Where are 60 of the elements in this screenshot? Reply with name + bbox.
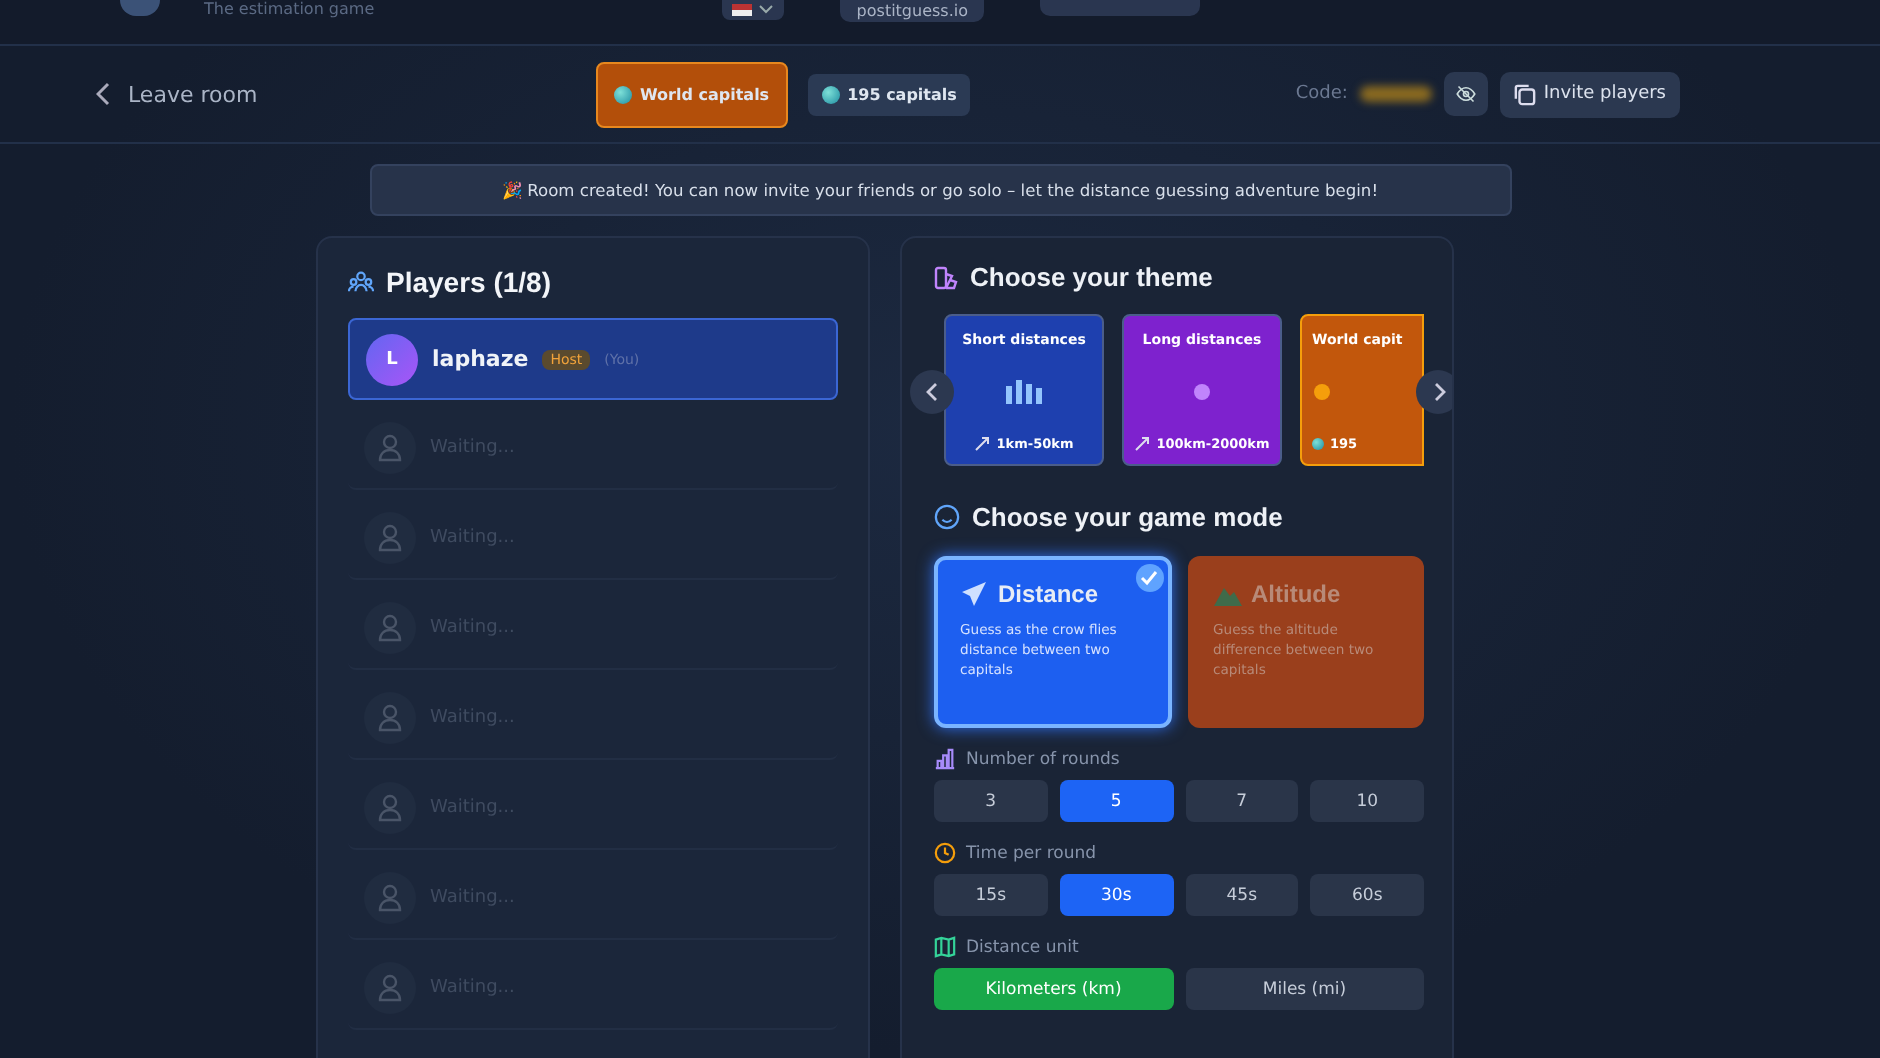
- option-button[interactable]: 7: [1185, 780, 1299, 822]
- option-button[interactable]: Miles (mi): [1185, 968, 1424, 1010]
- person-icon: [364, 782, 416, 834]
- option-button[interactable]: 15s: [934, 874, 1048, 916]
- language-dropdown[interactable]: [722, 0, 785, 20]
- game-mode-heading: Choose your game mode: [972, 502, 1283, 532]
- unit-icon: [934, 936, 956, 958]
- person-icon: [364, 602, 416, 654]
- setting-label: Number of rounds: [966, 749, 1120, 769]
- setting-label: Time per round: [966, 843, 1097, 863]
- theme-heading: Choose your theme: [970, 262, 1213, 292]
- globe-icon: [821, 85, 840, 103]
- check-icon: [1135, 564, 1163, 592]
- players-title: Players (1/8): [386, 266, 551, 298]
- tagline: The estimation game: [204, 0, 375, 20]
- hide-code-button[interactable]: [1443, 72, 1488, 116]
- option-button[interactable]: 60s: [1310, 874, 1424, 916]
- globe-icon: [1312, 438, 1324, 450]
- caret-icon: [758, 4, 775, 16]
- code-label: Code:: [1295, 84, 1348, 104]
- chevron-left-icon: [96, 82, 112, 106]
- plane-icon: [960, 580, 988, 608]
- arrow-icon: [1134, 436, 1151, 452]
- dot-icon: [1192, 382, 1212, 402]
- player-avatar: L: [366, 333, 418, 385]
- logo-icon: [120, 0, 160, 16]
- person-icon: [364, 872, 416, 924]
- chevron-right-icon: [1431, 382, 1445, 402]
- leave-room-button[interactable]: Leave room: [96, 81, 596, 107]
- theme-chip: World capitals: [596, 61, 788, 127]
- rounds-icon: [934, 748, 956, 770]
- arrow-icon: [974, 436, 991, 452]
- person-icon: [364, 692, 416, 744]
- person-icon: [364, 512, 416, 564]
- person-icon: [364, 962, 416, 1014]
- chevron-left-icon: [925, 382, 939, 402]
- smiley-icon: [934, 504, 960, 530]
- setting-label: Distance unit: [966, 937, 1079, 957]
- copy-icon: [1513, 83, 1536, 105]
- person-icon: [364, 422, 416, 474]
- option-button[interactable]: 10: [1310, 780, 1424, 822]
- time-icon: [934, 842, 956, 864]
- globe-icon: [614, 85, 632, 103]
- bar-chart-icon: [1006, 380, 1042, 404]
- invite-players-button[interactable]: Invite players: [1499, 71, 1680, 117]
- previous-arrow-button[interactable]: [910, 370, 954, 414]
- site-link[interactable]: postitguess.io: [840, 0, 984, 22]
- players-icon: [348, 270, 374, 294]
- capitals-count-chip: 195 capitals: [807, 73, 971, 115]
- option-button[interactable]: 30s: [1059, 874, 1173, 916]
- player-name: laphaze: [432, 346, 529, 372]
- eye-off-icon: [1455, 80, 1476, 108]
- flag-icon: [732, 4, 753, 16]
- option-button[interactable]: 45s: [1185, 874, 1299, 916]
- dot-icon: [1312, 382, 1332, 402]
- palette-icon: [934, 265, 958, 289]
- option-button[interactable]: 5: [1059, 780, 1173, 822]
- option-button[interactable]: 3: [934, 780, 1048, 822]
- room-created-banner: 🎉 Room created! You can now invite your friends or go solo – let the distance guessing adventure begin!: [369, 164, 1511, 216]
- next-arrow-button[interactable]: [1416, 370, 1452, 414]
